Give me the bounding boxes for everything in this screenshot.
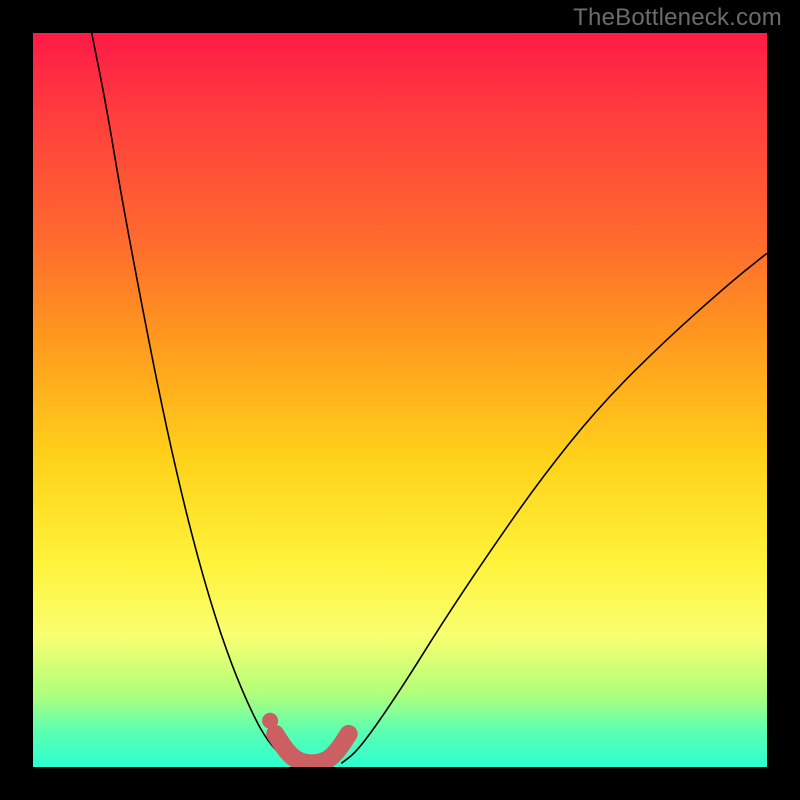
trough-highlight <box>275 734 348 763</box>
watermark-text: TheBottleneck.com <box>573 4 782 32</box>
trough-start-dot <box>262 713 278 729</box>
chart-frame: TheBottleneck.com <box>0 0 800 800</box>
plot-area <box>33 33 767 767</box>
curve-layer <box>33 33 767 767</box>
left-curve <box>92 33 295 763</box>
right-curve <box>341 253 767 763</box>
